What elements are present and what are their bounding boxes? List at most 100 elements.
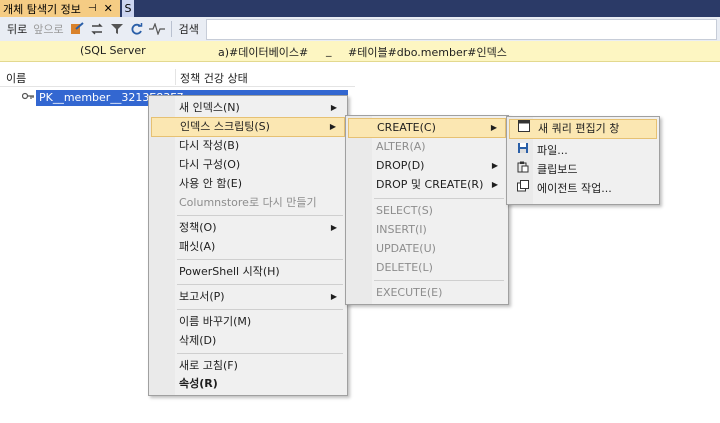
menu-item-policies[interactable]: 정책(O) ▶ bbox=[151, 218, 345, 238]
menu-item-label: DROP 및 CREATE(R) bbox=[376, 178, 484, 191]
menu-item-label: 새로 고침(F) bbox=[179, 359, 238, 372]
submenu-arrow-icon: ▶ bbox=[330, 292, 337, 301]
agent-job-icon bbox=[515, 179, 531, 199]
menu-item-label: 보고서(P) bbox=[179, 290, 225, 303]
menu-item-rebuild[interactable]: 다시 작성(B) bbox=[151, 136, 345, 156]
context-menu-index: 새 인덱스(N) ▶ 인덱스 스크립팅(S) ▶ 다시 작성(B) 다시 구성(… bbox=[148, 95, 348, 396]
search-label: 검색 bbox=[178, 23, 199, 36]
submenu-arrow-icon: ▶ bbox=[491, 180, 498, 189]
menu-item-label: 클립보드 bbox=[537, 163, 578, 176]
menu-item-label: 새 인덱스(N) bbox=[179, 101, 240, 114]
search-input[interactable] bbox=[205, 18, 717, 40]
submenu-arrow-icon: ▶ bbox=[329, 122, 336, 131]
menu-item-select[interactable]: SELECT(S) bbox=[348, 201, 506, 221]
menu-separator bbox=[374, 280, 504, 281]
column-header-name[interactable]: 이름 bbox=[6, 70, 26, 86]
query-window-icon bbox=[516, 120, 532, 138]
path-server: (SQL Server bbox=[80, 44, 146, 57]
menu-item-reports[interactable]: 보고서(P) ▶ bbox=[151, 287, 345, 307]
menu-item-new-query-window[interactable]: 새 쿼리 편집기 창 bbox=[509, 119, 657, 139]
menu-item-label: EXECUTE(E) bbox=[376, 286, 443, 299]
menu-separator bbox=[177, 284, 343, 285]
filter-icon[interactable] bbox=[109, 21, 125, 37]
menu-separator bbox=[177, 353, 343, 354]
menu-item-rename[interactable]: 이름 바꾸기(M) bbox=[151, 312, 345, 332]
menu-item-execute[interactable]: EXECUTE(E) bbox=[348, 283, 506, 303]
menu-item-label: 사용 안 함(E) bbox=[179, 177, 243, 190]
list-header: 이름 정책 건강 상태 bbox=[0, 67, 355, 87]
submenu-arrow-icon: ▶ bbox=[490, 123, 497, 132]
menu-item-refresh[interactable]: 새로 고침(F) bbox=[151, 356, 345, 376]
path-database: a)#데이터베이스# bbox=[218, 46, 309, 59]
tab-label: 개체 탐색기 정보 bbox=[3, 2, 81, 16]
forward-button[interactable]: 앞으로 bbox=[30, 21, 66, 37]
menu-item-label: 정책(O) bbox=[179, 221, 217, 234]
menu-item-label: SELECT(S) bbox=[376, 204, 433, 217]
menu-item-clipboard[interactable]: 클립보드 bbox=[509, 160, 657, 180]
menu-separator bbox=[374, 198, 504, 199]
menu-separator bbox=[177, 215, 343, 216]
toolbar-separator bbox=[170, 21, 172, 37]
menu-item-label: 삭제(D) bbox=[179, 334, 217, 347]
activity-icon[interactable] bbox=[148, 21, 165, 37]
menu-item-start-powershell[interactable]: PowerShell 시작(H) bbox=[151, 262, 345, 282]
toolbar: 뒤로 앞으로 검색 bbox=[0, 17, 720, 42]
menu-item-properties[interactable]: 속성(R) bbox=[151, 374, 345, 394]
tab-second[interactable]: S bbox=[122, 0, 134, 17]
menu-item-label: 파일... bbox=[537, 144, 568, 157]
sync-icon[interactable] bbox=[69, 21, 85, 37]
menu-item-label: DELETE(L) bbox=[376, 261, 433, 274]
menu-item-label: UPDATE(U) bbox=[376, 242, 436, 255]
menu-item-delete-script[interactable]: DELETE(L) bbox=[348, 258, 506, 278]
path-table-index: #테이블#dbo.member#인덱스 bbox=[348, 46, 507, 59]
header-underline bbox=[0, 86, 355, 87]
submenu-arrow-icon: ▶ bbox=[491, 161, 498, 170]
menu-item-label: ALTER(A) bbox=[376, 140, 426, 153]
menu-item-label: 다시 구성(O) bbox=[179, 158, 241, 171]
menu-item-facets[interactable]: 패싯(A) bbox=[151, 237, 345, 257]
path-bar: (SQL Server a)#데이터베이스# _ #테이블#dbo.member… bbox=[0, 41, 720, 62]
context-menu-script-index: CREATE(C) ▶ ALTER(A) DROP(D) ▶ DROP 및 CR… bbox=[345, 115, 509, 305]
menu-item-label: 인덱스 스크립팅(S) bbox=[180, 120, 270, 133]
menu-item-new-index[interactable]: 새 인덱스(N) ▶ bbox=[151, 98, 345, 118]
column-header-policy-health[interactable]: 정책 건강 상태 bbox=[180, 70, 248, 86]
refresh-icon[interactable] bbox=[129, 21, 145, 37]
menu-item-label: CREATE(C) bbox=[377, 121, 436, 134]
menu-item-label: 다시 작성(B) bbox=[179, 139, 240, 152]
key-icon bbox=[21, 92, 34, 103]
menu-item-drop[interactable]: DROP(D) ▶ bbox=[348, 156, 506, 176]
menu-item-update[interactable]: UPDATE(U) bbox=[348, 239, 506, 259]
menu-item-script-index[interactable]: 인덱스 스크립팅(S) ▶ bbox=[151, 117, 345, 137]
tab-object-explorer-details[interactable]: 개체 탐색기 정보 ⊣ ✕ bbox=[0, 0, 120, 17]
menu-item-agent-job[interactable]: 에이전트 작업... bbox=[509, 179, 657, 199]
close-icon[interactable]: ✕ bbox=[104, 2, 113, 15]
menu-item-create[interactable]: CREATE(C) ▶ bbox=[348, 118, 506, 138]
submenu-arrow-icon: ▶ bbox=[330, 223, 337, 232]
menu-item-label: 이름 바꾸기(M) bbox=[179, 315, 252, 328]
menu-item-alter[interactable]: ALTER(A) bbox=[348, 137, 506, 157]
menu-item-delete[interactable]: 삭제(D) bbox=[151, 331, 345, 351]
column-divider bbox=[175, 69, 176, 85]
path-db-name: _ bbox=[326, 44, 332, 57]
back-button[interactable]: 뒤로 bbox=[4, 21, 30, 37]
pin-icon[interactable]: ⊣ bbox=[88, 3, 97, 14]
menu-item-label: DROP(D) bbox=[376, 159, 425, 172]
menu-separator bbox=[177, 309, 343, 310]
menu-item-label: INSERT(I) bbox=[376, 223, 427, 236]
menu-item-disable[interactable]: 사용 안 함(E) bbox=[151, 174, 345, 194]
menu-item-label: 에이전트 작업... bbox=[537, 182, 612, 195]
menu-item-file[interactable]: 파일... bbox=[509, 141, 657, 161]
menu-separator bbox=[177, 259, 343, 260]
menu-item-insert[interactable]: INSERT(I) bbox=[348, 220, 506, 240]
submenu-arrow-icon: ▶ bbox=[330, 103, 337, 112]
menu-item-drop-and-create[interactable]: DROP 및 CREATE(R) ▶ bbox=[348, 175, 506, 195]
context-menu-create-to: 새 쿼리 편집기 창 파일... 클립보드 에이전트 작업... bbox=[506, 116, 660, 205]
menu-item-columnstore-rebuild[interactable]: Columnstore로 다시 만들기 bbox=[151, 193, 345, 213]
menu-item-label: 새 쿼리 편집기 창 bbox=[538, 122, 620, 135]
menu-item-label: 속성(R) bbox=[179, 377, 218, 390]
menu-item-reorganize[interactable]: 다시 구성(O) bbox=[151, 155, 345, 175]
menu-item-label: Columnstore로 다시 만들기 bbox=[179, 196, 317, 209]
clipboard-icon bbox=[515, 160, 531, 180]
refresh-arrows-icon[interactable] bbox=[89, 21, 105, 37]
file-icon bbox=[515, 141, 531, 161]
